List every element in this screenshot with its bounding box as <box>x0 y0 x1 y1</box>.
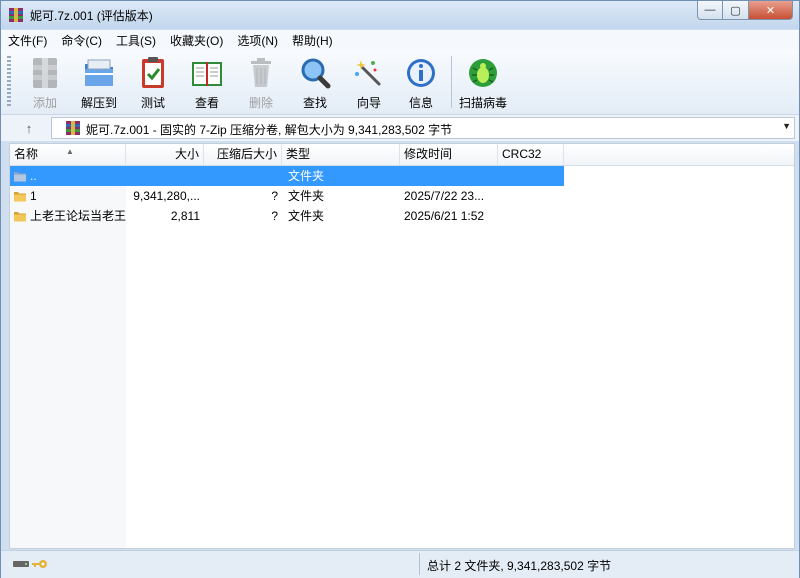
extract-folder-icon <box>85 59 113 86</box>
file-size: 9,341,280,... <box>133 189 200 203</box>
menu-commands[interactable]: 命令(C) <box>54 32 109 49</box>
column-size[interactable]: 大小 <box>126 144 204 165</box>
file-modified: 2025/6/21 1:52 <box>404 209 485 223</box>
clipboard-check-icon <box>142 57 164 88</box>
file-size: 2,811 <box>170 209 200 223</box>
file-crc <box>502 186 562 206</box>
extract-label: 解压到 <box>80 96 117 110</box>
file-row[interactable]: 1 9,341,280,... ? 文件夹 2025/7/22 23... <box>10 186 564 206</box>
toolbar: 添加 解压到 测试 查看 删除 查找 向导 信息 扫描病毒 <box>1 50 799 115</box>
menu-file[interactable]: 文件(F) <box>1 32 54 49</box>
close-button[interactable]: ✕ <box>749 1 793 20</box>
file-packed: ? <box>271 189 278 203</box>
winrar-archive-icon <box>66 121 80 135</box>
file-name: .. <box>30 169 37 183</box>
test-label: 测试 <box>140 96 165 110</box>
add-button[interactable]: 添加 <box>19 54 71 110</box>
file-type: 文件夹 <box>288 169 325 183</box>
file-crc <box>502 206 562 226</box>
magnifier-icon <box>301 58 331 89</box>
scan-virus-label: 扫描病毒 <box>458 96 507 110</box>
file-size <box>126 166 200 186</box>
menu-help[interactable]: 帮助(H) <box>285 32 340 49</box>
find-label: 查找 <box>302 96 327 110</box>
status-divider <box>419 553 420 575</box>
column-name-label: 名称 <box>14 147 39 161</box>
test-button[interactable]: 测试 <box>127 54 179 110</box>
delete-button[interactable]: 删除 <box>235 54 287 110</box>
menu-bar: 文件(F) 命令(C) 工具(S) 收藏夹(O) 选项(N) 帮助(H) <box>1 30 799 50</box>
file-row[interactable]: 上老王论坛当老王 2,811 ? 文件夹 2025/6/21 1:52 <box>10 206 564 226</box>
archive-add-icon <box>33 58 57 88</box>
file-crc <box>502 166 562 186</box>
file-name: 上老王论坛当老王 <box>30 209 126 223</box>
up-folder-button[interactable]: ↑ <box>17 119 41 137</box>
path-text: 妮可.7z.001 - 固实的 7-Zip 压缩分卷, 解包大小为 9,341,… <box>86 123 453 137</box>
status-bar: 总计 2 文件夹, 9,341,283,502 字节 <box>1 550 799 578</box>
menu-tools[interactable]: 工具(S) <box>109 32 163 49</box>
file-modified <box>404 166 498 186</box>
info-label: 信息 <box>408 96 433 110</box>
minimize-button[interactable]: — <box>697 1 723 20</box>
wizard-button[interactable]: 向导 <box>343 54 395 110</box>
open-book-icon <box>192 62 222 86</box>
column-crc32[interactable]: CRC32 <box>498 144 564 165</box>
file-packed <box>204 166 278 186</box>
dropdown-arrow-icon[interactable]: ▼ <box>782 121 791 131</box>
extract-button[interactable]: 解压到 <box>73 54 125 110</box>
key-icon[interactable] <box>32 558 48 570</box>
toolbar-grip[interactable] <box>7 56 11 108</box>
column-modified[interactable]: 修改时间 <box>400 144 498 165</box>
add-label: 添加 <box>32 96 57 110</box>
info-button[interactable]: 信息 <box>395 54 447 110</box>
info-icon <box>407 59 435 87</box>
column-name[interactable]: 名称 ▲ <box>10 144 126 165</box>
folder-up-icon <box>14 172 26 182</box>
file-packed: ? <box>271 209 278 223</box>
drive-icon[interactable] <box>13 559 29 569</box>
window-title: 妮可.7z.001 (评估版本) <box>30 9 153 23</box>
view-label: 查看 <box>194 96 219 110</box>
file-type: 文件夹 <box>288 209 325 223</box>
menu-favorites[interactable]: 收藏夹(O) <box>163 32 230 49</box>
status-summary: 总计 2 文件夹, 9,341,283,502 字节 <box>427 559 612 573</box>
delete-label: 删除 <box>248 96 273 110</box>
status-icons <box>13 558 48 570</box>
menu-options[interactable]: 选项(N) <box>230 32 285 49</box>
file-name: 1 <box>30 189 37 203</box>
file-modified: 2025/7/22 23... <box>404 189 485 203</box>
address-bar: ↑ 妮可.7z.001 - 固实的 7-Zip 压缩分卷, 解包大小为 9,34… <box>1 115 799 141</box>
sort-ascending-icon: ▲ <box>66 147 74 156</box>
column-header: 名称 ▲ 大小 压缩后大小 类型 修改时间 CRC32 <box>10 144 794 166</box>
trash-icon <box>251 58 271 87</box>
path-combobox[interactable]: 妮可.7z.001 - 固实的 7-Zip 压缩分卷, 解包大小为 9,341,… <box>51 117 795 139</box>
window-controls: — ▢ ✕ <box>697 1 793 21</box>
column-type[interactable]: 类型 <box>282 144 400 165</box>
magic-wand-icon <box>355 60 381 86</box>
file-list[interactable]: 名称 ▲ 大小 压缩后大小 类型 修改时间 CRC32 .. 文件夹 1 9,3… <box>9 143 795 549</box>
view-button[interactable]: 查看 <box>181 54 233 110</box>
file-type: 文件夹 <box>288 189 325 203</box>
column-packed-size[interactable]: 压缩后大小 <box>204 144 282 165</box>
scan-virus-button[interactable]: 扫描病毒 <box>457 54 509 110</box>
wizard-label: 向导 <box>356 96 381 110</box>
maximize-button[interactable]: ▢ <box>723 1 749 20</box>
bug-icon <box>469 59 497 87</box>
title-bar[interactable]: 妮可.7z.001 (评估版本) — ▢ ✕ <box>1 1 799 29</box>
folder-icon <box>14 212 26 222</box>
file-row-parent[interactable]: .. 文件夹 <box>10 166 564 186</box>
app-window: 妮可.7z.001 (评估版本) — ▢ ✕ 文件(F) 命令(C) 工具(S)… <box>0 0 800 578</box>
winrar-icon <box>9 8 23 22</box>
folder-icon <box>14 192 26 202</box>
find-button[interactable]: 查找 <box>289 54 341 110</box>
